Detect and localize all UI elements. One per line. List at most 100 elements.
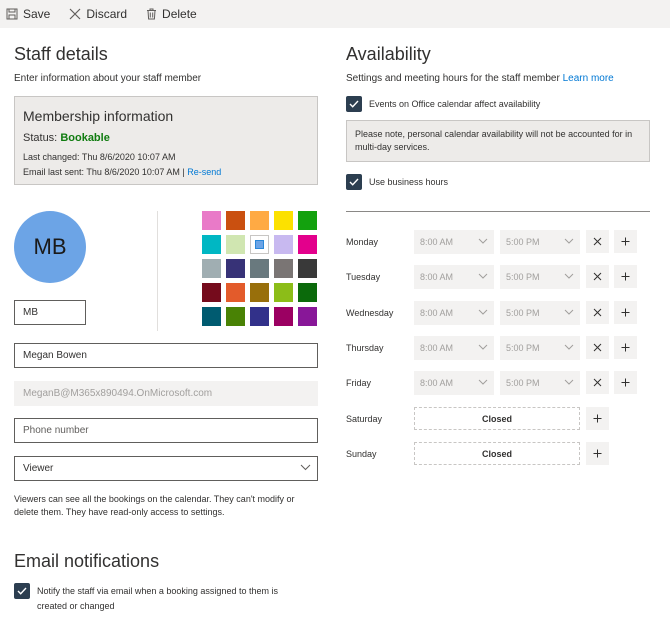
learn-more-link[interactable]: Learn more <box>563 73 614 84</box>
color-swatch[interactable] <box>274 307 293 326</box>
color-swatch[interactable] <box>298 235 317 254</box>
add-hours-button[interactable] <box>614 336 637 359</box>
color-swatch[interactable] <box>226 259 245 278</box>
delete-button[interactable]: Delete <box>146 7 197 21</box>
start-time-select[interactable]: 8:00 AM <box>414 265 494 289</box>
chevron-down-icon <box>478 344 488 350</box>
close-icon <box>593 308 602 317</box>
chevron-down-icon <box>300 464 311 471</box>
email-last-sent-row: Email last sent: Thu 8/6/2020 10:07 AM |… <box>23 167 221 177</box>
checkmark-icon <box>349 178 359 186</box>
start-time-select[interactable]: 8:00 AM <box>414 371 494 395</box>
color-swatch[interactable] <box>298 211 317 230</box>
end-time-value: 5:00 PM <box>506 237 540 247</box>
color-swatch[interactable] <box>274 235 293 254</box>
color-swatch[interactable] <box>226 211 245 230</box>
chevron-down-icon <box>478 238 488 244</box>
role-select[interactable]: Viewer <box>14 456 318 481</box>
color-swatch[interactable] <box>226 283 245 302</box>
start-time-select[interactable]: 8:00 AM <box>414 336 494 360</box>
end-time-value: 5:00 PM <box>506 343 540 353</box>
color-swatch[interactable] <box>202 283 221 302</box>
start-time-value: 8:00 AM <box>420 272 454 282</box>
add-hours-button[interactable] <box>586 442 609 465</box>
color-swatch[interactable] <box>274 259 293 278</box>
end-time-select[interactable]: 5:00 PM <box>500 371 580 395</box>
save-button[interactable]: Save <box>6 7 50 21</box>
chevron-down-icon <box>478 273 488 279</box>
remove-hours-button[interactable] <box>586 301 609 324</box>
color-swatch[interactable] <box>250 307 269 326</box>
events-affect-availability-label: Events on Office calendar affect availab… <box>369 99 541 109</box>
close-icon <box>593 237 602 246</box>
resend-link[interactable]: Re-send <box>187 167 221 177</box>
color-swatch[interactable] <box>202 235 221 254</box>
end-time-value: 5:00 PM <box>506 272 540 282</box>
business-hours-checkbox[interactable] <box>346 174 362 190</box>
end-time-select[interactable]: 5:00 PM <box>500 336 580 360</box>
day-label: Monday <box>346 237 379 247</box>
closed-slot[interactable]: Closed <box>414 407 580 430</box>
delete-label: Delete <box>162 7 197 21</box>
add-hours-button[interactable] <box>586 407 609 430</box>
start-time-select[interactable]: 8:00 AM <box>414 301 494 325</box>
color-swatch[interactable] <box>274 211 293 230</box>
color-swatch[interactable] <box>298 259 317 278</box>
save-icon <box>6 8 18 20</box>
events-affect-availability-checkbox[interactable] <box>346 96 362 112</box>
last-changed: Last changed: Thu 8/6/2020 10:07 AM <box>23 152 176 162</box>
chevron-down-icon <box>564 273 574 279</box>
notify-checkbox[interactable] <box>14 583 30 599</box>
discard-button[interactable]: Discard <box>69 7 127 21</box>
add-hours-button[interactable] <box>614 371 637 394</box>
color-swatch[interactable] <box>250 283 269 302</box>
chevron-down-icon <box>478 309 488 315</box>
closed-slot[interactable]: Closed <box>414 442 580 465</box>
availability-subtitle: Settings and meeting hours for the staff… <box>346 73 560 84</box>
close-icon <box>593 378 602 387</box>
command-bar: Save Discard Delete <box>0 0 670 28</box>
business-hours-label: Use business hours <box>369 177 449 187</box>
chevron-down-icon <box>564 379 574 385</box>
color-swatch[interactable] <box>226 307 245 326</box>
status-label: Status: <box>23 132 58 144</box>
color-swatch[interactable] <box>250 211 269 230</box>
email-last-sent: Email last sent: Thu 8/6/2020 10:07 AM | <box>23 167 185 177</box>
remove-hours-button[interactable] <box>586 230 609 253</box>
color-swatch[interactable] <box>202 307 221 326</box>
color-swatch[interactable] <box>226 235 245 254</box>
start-time-value: 8:00 AM <box>420 308 454 318</box>
add-hours-button[interactable] <box>614 265 637 288</box>
end-time-select[interactable]: 5:00 PM <box>500 265 580 289</box>
day-label: Friday <box>346 378 372 388</box>
plus-icon <box>621 378 630 387</box>
color-swatch[interactable] <box>298 307 317 326</box>
close-icon <box>593 272 602 281</box>
start-time-select[interactable]: 8:00 AM <box>414 230 494 254</box>
color-swatch[interactable] <box>202 259 221 278</box>
chevron-down-icon <box>564 344 574 350</box>
end-time-select[interactable]: 5:00 PM <box>500 301 580 325</box>
remove-hours-button[interactable] <box>586 336 609 359</box>
color-swatch[interactable] <box>250 259 269 278</box>
status-badge: Bookable <box>60 132 110 144</box>
chevron-down-icon <box>478 379 488 385</box>
name-input[interactable]: Megan Bowen <box>14 343 318 368</box>
add-hours-button[interactable] <box>614 230 637 253</box>
color-swatch[interactable] <box>250 235 269 254</box>
start-time-value: 8:00 AM <box>420 237 454 247</box>
color-swatch[interactable] <box>298 283 317 302</box>
add-hours-button[interactable] <box>614 301 637 324</box>
plus-icon <box>621 272 630 281</box>
remove-hours-button[interactable] <box>586 371 609 394</box>
start-time-value: 8:00 AM <box>420 378 454 388</box>
phone-input[interactable]: Phone number <box>14 418 318 443</box>
plus-icon <box>593 414 602 423</box>
checkmark-icon <box>17 587 27 595</box>
color-swatch[interactable] <box>202 211 221 230</box>
remove-hours-button[interactable] <box>586 265 609 288</box>
initials-input[interactable]: MB <box>14 300 86 325</box>
end-time-select[interactable]: 5:00 PM <box>500 230 580 254</box>
day-label: Thursday <box>346 343 384 353</box>
color-swatch[interactable] <box>274 283 293 302</box>
